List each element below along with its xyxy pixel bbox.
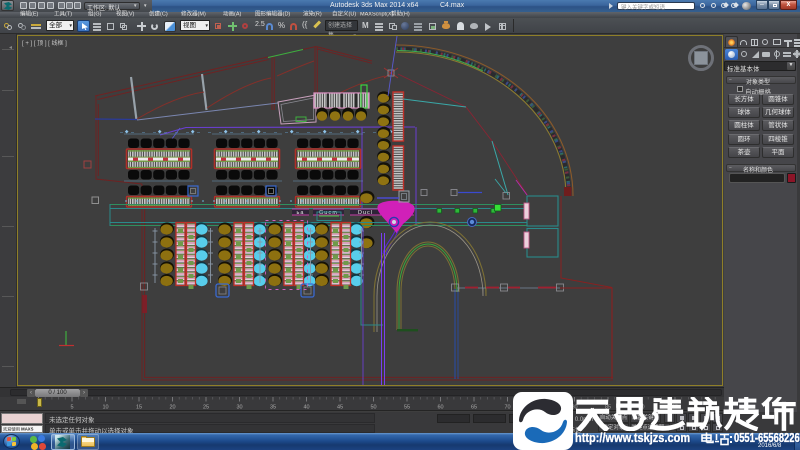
svg-text:70: 70: [504, 405, 510, 411]
svg-text:20: 20: [169, 405, 175, 411]
svg-text:45: 45: [337, 405, 343, 411]
svg-text:30: 30: [236, 405, 242, 411]
svg-text:55: 55: [404, 405, 410, 411]
svg-text:10: 10: [102, 405, 108, 411]
svg-text:50: 50: [370, 405, 376, 411]
svg-text:65: 65: [471, 405, 477, 411]
svg-text:40: 40: [303, 405, 309, 411]
svg-text:60: 60: [437, 405, 443, 411]
svg-text:Guem: Guem: [319, 210, 338, 216]
svg-text:25: 25: [203, 405, 209, 411]
svg-text:Ducl: Ducl: [358, 210, 373, 216]
svg-text:15: 15: [136, 405, 142, 411]
svg-text:5: 5: [70, 405, 73, 411]
svg-text:35: 35: [270, 405, 276, 411]
svg-text:ьa: ьa: [297, 210, 305, 216]
